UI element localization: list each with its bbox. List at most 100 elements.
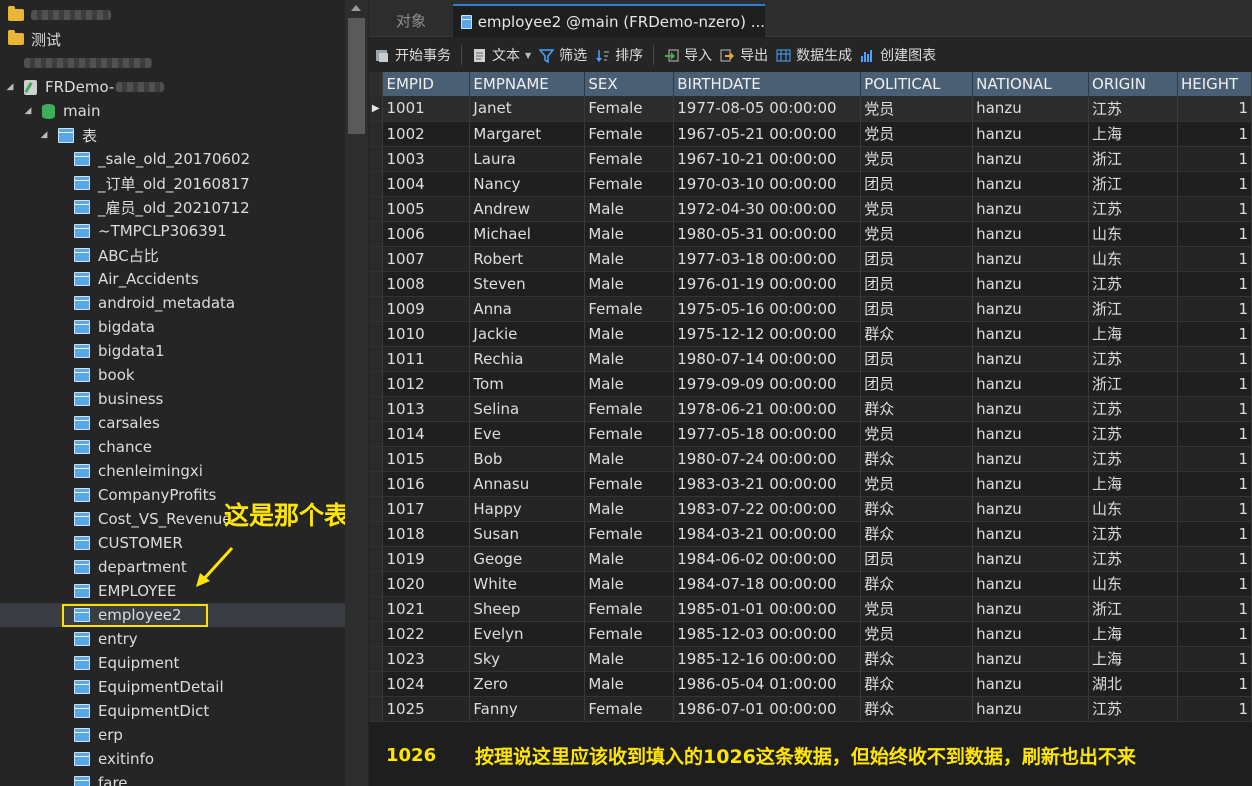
cell-height[interactable]: 1	[1177, 221, 1252, 247]
create-chart-button[interactable]: 创建图表	[856, 38, 940, 72]
tree-table-item[interactable]: fare	[0, 771, 345, 786]
tree-connection[interactable]: ◢ FRDemo-	[0, 75, 345, 99]
cell-sex[interactable]: Female	[584, 96, 675, 122]
column-header-origin[interactable]: ORIGIN	[1088, 72, 1178, 96]
cell-empname[interactable]: Annasu	[469, 471, 586, 497]
cell-national[interactable]: hanzu	[972, 671, 1090, 697]
cell-empid[interactable]: 1007	[382, 246, 471, 272]
row-header[interactable]	[369, 371, 384, 397]
cell-sex[interactable]: Female	[584, 121, 675, 147]
cell-sex[interactable]: Female	[584, 296, 675, 322]
tab-employee2[interactable]: employee2 @main (FRDemo-nzero) ...	[453, 4, 765, 37]
cell-political[interactable]: 群众	[860, 671, 974, 697]
cell-height[interactable]: 1	[1177, 121, 1252, 147]
cell-empid[interactable]: 1016	[382, 471, 471, 497]
cell-sex[interactable]: Female	[584, 521, 675, 547]
cell-birthdate[interactable]: 1967-05-21 00:00:00	[673, 121, 862, 147]
cell-empid[interactable]: 1001	[382, 96, 471, 122]
row-header[interactable]	[369, 171, 384, 197]
cell-empname[interactable]: Bob	[469, 446, 586, 472]
cell-height[interactable]: 1	[1177, 171, 1252, 197]
scroll-up-icon[interactable]	[351, 5, 361, 11]
cell-empname[interactable]: Rechia	[469, 346, 586, 372]
tree-table-item[interactable]: ABC占比	[0, 243, 345, 267]
cell-empname[interactable]: Fanny	[469, 696, 586, 722]
row-header[interactable]	[369, 521, 384, 547]
cell-sex[interactable]: Male	[584, 221, 675, 247]
cell-empid[interactable]: 1014	[382, 421, 471, 447]
begin-transaction-button[interactable]: 开始事务	[371, 38, 455, 72]
cell-origin[interactable]: 浙江	[1088, 596, 1178, 622]
cell-origin[interactable]: 湖北	[1088, 671, 1178, 697]
tree-table-item[interactable]: Equipment	[0, 651, 345, 675]
tree-table-item[interactable]: exitinfo	[0, 747, 345, 771]
cell-birthdate[interactable]: 1976-01-19 00:00:00	[673, 271, 862, 297]
row-header[interactable]	[369, 446, 384, 472]
column-header-sex[interactable]: SEX	[584, 72, 675, 96]
tree-table-item[interactable]: department	[0, 555, 345, 579]
cell-birthdate[interactable]: 1980-05-31 00:00:00	[673, 221, 862, 247]
tree-table-item[interactable]: _订单_old_20160817	[0, 171, 345, 195]
import-button[interactable]: 导入	[660, 38, 716, 72]
current-row-indicator-icon[interactable]: ▶	[369, 96, 384, 122]
cell-national[interactable]: hanzu	[972, 296, 1090, 322]
row-header[interactable]	[369, 421, 384, 447]
tree-table-item[interactable]: EMPLOYEE	[0, 579, 345, 603]
cell-sex[interactable]: Male	[584, 246, 675, 272]
cell-national[interactable]: hanzu	[972, 371, 1090, 397]
cell-empid[interactable]: 1015	[382, 446, 471, 472]
cell-height[interactable]: 1	[1177, 96, 1252, 122]
table-row[interactable]: ▶ 1001 Janet Female 1977-08-05 00:00:00 党员 han…	[369, 96, 1252, 122]
row-header[interactable]	[369, 571, 384, 597]
cell-sex[interactable]: Male	[584, 321, 675, 347]
cell-height[interactable]: 1	[1177, 546, 1252, 572]
row-header[interactable]	[369, 471, 384, 497]
cell-origin[interactable]: 上海	[1088, 471, 1178, 497]
text-view-button[interactable]: 文本 ▼	[468, 38, 535, 72]
data-generation-button[interactable]: 数据生成	[772, 38, 856, 72]
cell-empid[interactable]: 1019	[382, 546, 471, 572]
cell-empid[interactable]: 1023	[382, 646, 471, 672]
row-header[interactable]	[369, 221, 384, 247]
cell-empid[interactable]: 1012	[382, 371, 471, 397]
cell-sex[interactable]: Male	[584, 196, 675, 222]
cell-birthdate[interactable]: 1985-01-01 00:00:00	[673, 596, 862, 622]
cell-birthdate[interactable]: 1977-03-18 00:00:00	[673, 246, 862, 272]
cell-origin[interactable]: 上海	[1088, 121, 1178, 147]
cell-political[interactable]: 群众	[860, 396, 974, 422]
cell-origin[interactable]: 山东	[1088, 571, 1178, 597]
cell-empid[interactable]: 1025	[382, 696, 471, 722]
cell-height[interactable]: 1	[1177, 371, 1252, 397]
cell-origin[interactable]: 江苏	[1088, 396, 1178, 422]
cell-origin[interactable]: 浙江	[1088, 296, 1178, 322]
cell-national[interactable]: hanzu	[972, 446, 1090, 472]
cell-empname[interactable]: Nancy	[469, 171, 586, 197]
table-row[interactable]: 1020 White Male 1984-07-18 00:00:00 群众 hanzu 山…	[369, 571, 1252, 597]
row-header[interactable]	[369, 596, 384, 622]
cell-birthdate[interactable]: 1967-10-21 00:00:00	[673, 146, 862, 172]
scrollbar-thumb[interactable]	[348, 18, 365, 134]
expand-arrow-icon[interactable]: ◢	[38, 130, 50, 140]
cell-origin[interactable]: 山东	[1088, 221, 1178, 247]
cell-political[interactable]: 团员	[860, 271, 974, 297]
chevron-down-icon[interactable]: ▼	[525, 51, 531, 60]
table-row[interactable]: 1007 Robert Male 1977-03-18 00:00:00 团员 hanzu…	[369, 246, 1252, 272]
cell-empname[interactable]: Tom	[469, 371, 586, 397]
column-header-birthdate[interactable]: BIRTHDATE	[673, 72, 862, 96]
cell-political[interactable]: 团员	[860, 546, 974, 572]
cell-national[interactable]: hanzu	[972, 421, 1090, 447]
cell-political[interactable]: 团员	[860, 296, 974, 322]
cell-empid[interactable]: 1003	[382, 146, 471, 172]
cell-empid[interactable]: 1010	[382, 321, 471, 347]
cell-national[interactable]: hanzu	[972, 246, 1090, 272]
tree-table-item[interactable]: carsales	[0, 411, 345, 435]
column-header-empname[interactable]: EMPNAME	[469, 72, 586, 96]
cell-empname[interactable]: Margaret	[469, 121, 586, 147]
cell-empid[interactable]: 1002	[382, 121, 471, 147]
cell-political[interactable]: 党员	[860, 421, 974, 447]
cell-empid[interactable]: 1020	[382, 571, 471, 597]
cell-sex[interactable]: Female	[584, 696, 675, 722]
table-row[interactable]: 1022 Evelyn Female 1985-12-03 00:00:00 党员 han…	[369, 621, 1252, 647]
cell-origin[interactable]: 浙江	[1088, 371, 1178, 397]
row-header[interactable]	[369, 646, 384, 672]
